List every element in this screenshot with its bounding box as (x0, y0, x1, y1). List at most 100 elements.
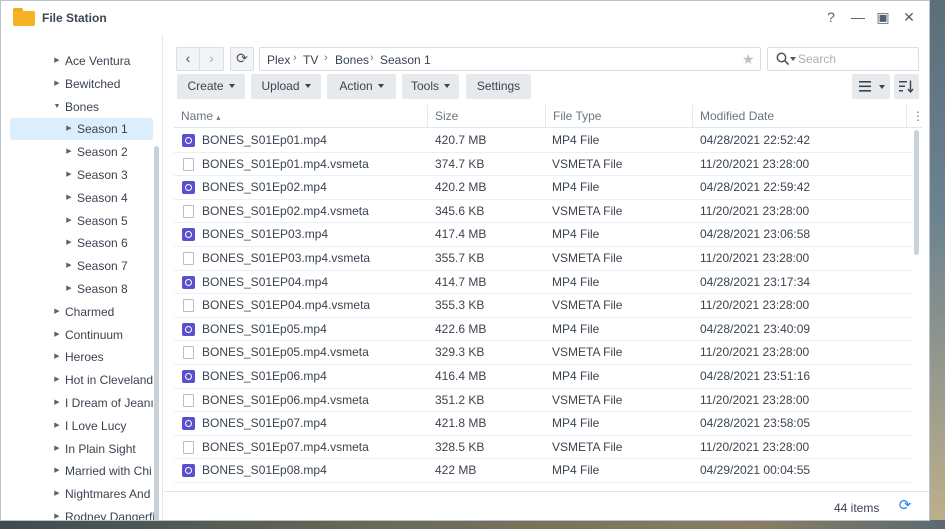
video-file-icon (182, 370, 195, 383)
chevron-right-icon: › (324, 52, 328, 64)
chevron-right-icon[interactable]: ▶ (53, 392, 61, 414)
table-row[interactable]: BONES_S01Ep01.mp4.vsmeta 374.7 KB VSMETA F… (174, 153, 912, 177)
column-header-modified[interactable]: Modified Date (693, 105, 907, 128)
tree-item[interactable]: ▶ Season 1 (1, 118, 162, 141)
chevron-right-icon[interactable]: ▶ (53, 483, 61, 505)
column-header-type[interactable]: File Type (546, 105, 693, 128)
table-row[interactable]: BONES_S01Ep06.mp4 416.4 MB MP4 File 04/28/2… (174, 365, 912, 389)
table-row[interactable]: BONES_S01Ep08.mp4 422 MB MP4 File 04/29/202… (174, 459, 912, 483)
file-name: BONES_S01Ep01.mp4.vsmeta (202, 156, 369, 171)
item-count: 44 items (834, 501, 880, 515)
table-row[interactable]: BONES_S01Ep05.mp4 422.6 MB MP4 File 04/28/2… (174, 318, 912, 342)
chevron-right-icon[interactable]: ▶ (53, 438, 61, 460)
tree-item[interactable]: ▶ In Plain Sight (1, 438, 162, 460)
title-bar[interactable]: File Station ? — ▣ ✕ (1, 1, 929, 34)
file-type: VSMETA File (552, 392, 623, 407)
table-row[interactable]: BONES_S01Ep07.mp4 421.8 MB MP4 File 04/28/2… (174, 412, 912, 436)
upload-label: Upload (261, 79, 300, 93)
close-icon[interactable]: ✕ (901, 9, 917, 25)
file-modified: 11/20/2021 23:28:00 (700, 298, 810, 313)
breadcrumb-item-plex[interactable]: Plex (267, 53, 290, 67)
table-row[interactable]: BONES_S01EP03.mp4.vsmeta 355.7 KB VSMETA F… (174, 247, 912, 271)
chevron-down-icon[interactable] (790, 57, 796, 61)
file-name: BONES_S01Ep01.mp4 (202, 133, 327, 147)
table-row[interactable]: BONES_S01Ep02.mp4.vsmeta 345.6 KB VSMETA F… (174, 200, 912, 224)
tree-item[interactable]: ▶ I Love Lucy (1, 415, 162, 437)
chevron-right-icon[interactable]: ▶ (53, 460, 61, 482)
column-header-name[interactable]: Name ▴ (174, 105, 428, 128)
tree-item[interactable]: ▶ Hot in Cleveland (1, 369, 162, 391)
folder-tree[interactable]: ▶ Ace Ventura ▶ Bewitched ▼ Bones ▶ Season 1 ▶ Se… (1, 34, 163, 520)
breadcrumb-item-season-1[interactable]: Season 1 (380, 53, 431, 67)
chevron-right-icon[interactable]: ▶ (53, 301, 61, 323)
tree-item[interactable]: ▶ Season 3 (1, 164, 162, 186)
view-mode-button[interactable] (852, 74, 890, 99)
tree-item[interactable]: ▶ Season 7 (1, 255, 162, 277)
back-button[interactable]: ‹ (176, 47, 200, 71)
table-row[interactable]: BONES_S01EP04.mp4.vsmeta 355.3 KB VSMETA F… (174, 294, 912, 318)
table-row[interactable]: BONES_S01Ep07.mp4.vsmeta 328.5 KB VSMETA F… (174, 436, 912, 460)
tree-item[interactable]: ▶ Season 5 (1, 210, 162, 232)
star-icon[interactable]: ★ (742, 51, 755, 68)
breadcrumb-item-bones[interactable]: Bones (335, 53, 369, 67)
table-row[interactable]: BONES_S01Ep05.mp4.vsmeta 329.3 KB VSMETA F… (174, 341, 912, 365)
window-title: File Station (42, 11, 107, 25)
tree-item-label: Season 1 (77, 122, 128, 137)
help-icon[interactable]: ? (823, 9, 839, 25)
tree-item[interactable]: ▶ Rodney Dangerfi (1, 506, 162, 520)
table-row[interactable]: BONES_S01EP04.mp4 414.7 MB MP4 File 04/28/2… (174, 271, 912, 295)
chevron-right-icon[interactable]: ▶ (65, 210, 73, 232)
settings-button[interactable]: Settings (466, 74, 531, 99)
tree-item[interactable]: ▶ Married with Chi (1, 460, 162, 482)
file-size: 345.6 KB (435, 203, 485, 218)
tree-item[interactable]: ▶ Season 6 (1, 232, 162, 254)
chevron-right-icon[interactable]: ▶ (65, 118, 73, 140)
sidebar-scrollbar[interactable] (154, 146, 159, 520)
column-options-icon[interactable]: ⋮ (907, 105, 922, 128)
chevron-right-icon[interactable]: ▶ (53, 346, 61, 368)
chevron-right-icon[interactable]: ▶ (65, 255, 73, 277)
tree-item[interactable]: ▶ Nightmares And (1, 483, 162, 505)
chevron-right-icon[interactable]: ▶ (53, 324, 61, 346)
chevron-right-icon[interactable]: ▶ (65, 232, 73, 254)
minimize-icon[interactable]: — (850, 9, 866, 25)
tree-item[interactable]: ▶ Season 2 (1, 141, 162, 163)
tree-item[interactable]: ▶ I Dream of Jeanı (1, 392, 162, 414)
forward-button[interactable]: › (200, 47, 224, 71)
doc-file-icon (183, 440, 194, 454)
tree-item[interactable]: ▶ Charmed (1, 301, 162, 323)
tree-item[interactable]: ▶ Heroes (1, 346, 162, 368)
breadcrumb-item-tv[interactable]: TV (303, 53, 318, 67)
tree-item[interactable]: ▶ Season 8 (1, 278, 162, 300)
file-list[interactable]: Name ▴ Size File Type Modified Date ⋮ BO… (174, 105, 922, 491)
maximize-icon[interactable]: ▣ (875, 9, 891, 25)
tools-button[interactable]: Tools (402, 74, 459, 99)
chevron-right-icon[interactable]: ▶ (53, 369, 61, 391)
table-row[interactable]: BONES_S01EP03.mp4 417.4 MB MP4 File 04/28/2… (174, 223, 912, 247)
action-button[interactable]: Action (327, 74, 396, 99)
refresh-icon[interactable]: ⟳ (897, 498, 913, 514)
file-type: MP4 File (552, 133, 600, 147)
file-size: 329.3 KB (435, 345, 485, 360)
sort-button[interactable] (894, 74, 919, 99)
search-field[interactable] (767, 47, 919, 71)
chevron-right-icon[interactable]: ▶ (65, 187, 73, 209)
create-label: Create (187, 79, 224, 93)
chevron-right-icon[interactable]: ▶ (65, 278, 73, 300)
upload-button[interactable]: Upload (251, 74, 321, 99)
table-row[interactable]: BONES_S01Ep02.mp4 420.2 MB MP4 File 04/28/2… (174, 176, 912, 200)
create-button[interactable]: Create (177, 74, 245, 99)
chevron-right-icon[interactable]: ▶ (65, 141, 73, 163)
table-row[interactable]: BONES_S01Ep06.mp4.vsmeta 351.2 KB VSMETA F… (174, 389, 912, 413)
chevron-right-icon[interactable]: ▶ (65, 164, 73, 186)
table-row[interactable]: BONES_S01Ep01.mp4 420.7 MB MP4 File 04/28/2… (174, 129, 912, 153)
doc-file-icon (183, 393, 194, 407)
tree-item[interactable]: ▶ Continuum (1, 324, 162, 346)
search-input[interactable] (798, 51, 913, 67)
tree-item[interactable]: ▶ Season 4 (1, 187, 162, 209)
file-list-scrollbar[interactable] (914, 130, 919, 255)
column-header-size[interactable]: Size (428, 105, 546, 128)
chevron-right-icon[interactable]: ▶ (53, 506, 61, 520)
refresh-button[interactable]: ⟳ (230, 47, 254, 71)
chevron-right-icon[interactable]: ▶ (53, 415, 61, 437)
